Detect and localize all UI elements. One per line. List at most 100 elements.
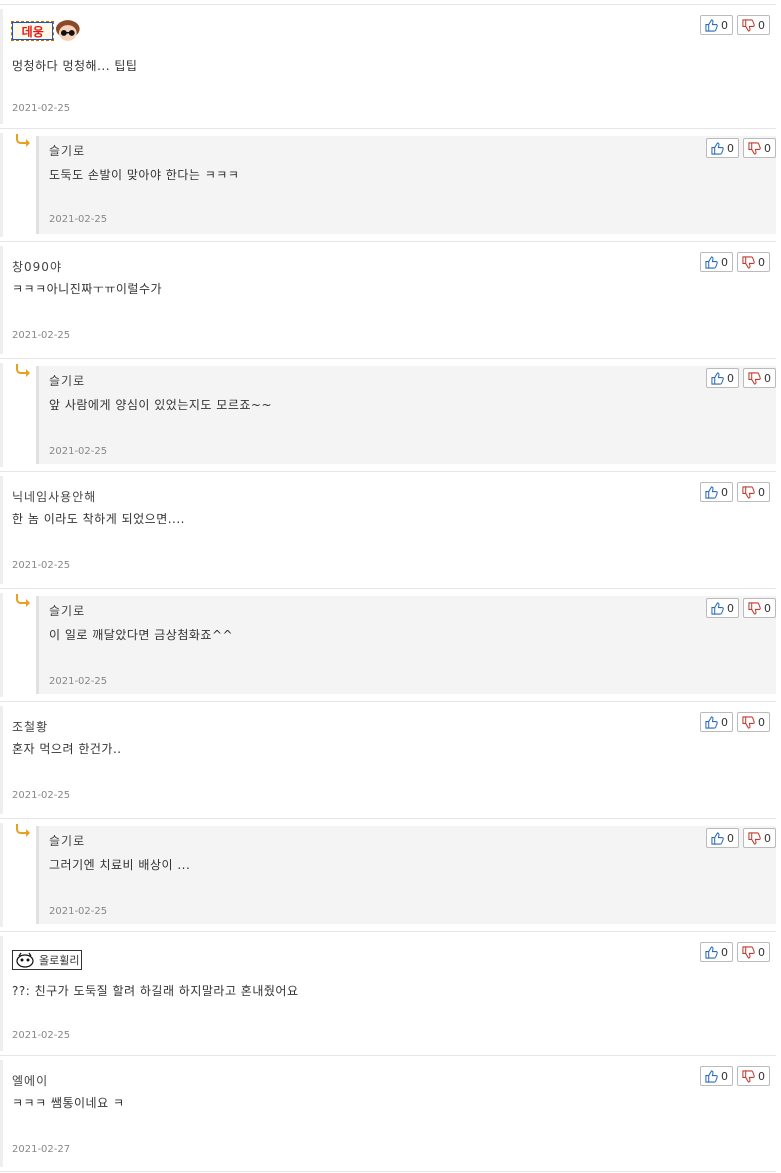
thumbs-up-icon — [705, 485, 718, 499]
upvote-count: 0 — [727, 601, 734, 615]
vote-buttons: 0 0 — [706, 138, 776, 158]
vote-buttons: 0 0 — [700, 942, 770, 962]
comment-item: 엘에이 ㅋㅋㅋ 쌤통이네요 ㅋ 2021-02-27 0 0 — [0, 1055, 776, 1172]
nickname-image[interactable]: 데웅 — [10, 20, 82, 42]
thumbs-up-icon — [711, 831, 724, 845]
reply-arrow-icon — [16, 134, 30, 147]
upvote-button[interactable]: 0 — [700, 482, 733, 502]
upvote-count: 0 — [721, 945, 728, 959]
reply-item: 슬기로 앞 사람에게 양심이 있었는지도 모르죠~~ 2021-02-25 0 … — [0, 358, 776, 471]
thumbs-down-icon — [742, 18, 755, 32]
comment-item: 조철황 혼자 먹으려 한건가.. 2021-02-25 0 0 — [0, 701, 776, 818]
downvote-count: 0 — [764, 371, 771, 385]
comment-date: 2021-02-25 — [12, 103, 71, 114]
comment-item: 닉네임사용안해 한 놈 이라도 착하게 되었으면.... 2021-02-25 … — [0, 471, 776, 588]
vote-buttons: 0 0 — [706, 368, 776, 388]
upvote-button[interactable]: 0 — [700, 252, 733, 272]
upvote-button[interactable]: 0 — [700, 712, 733, 732]
downvote-button[interactable]: 0 — [737, 712, 770, 732]
upvote-button[interactable]: 0 — [700, 15, 733, 35]
downvote-button[interactable]: 0 — [743, 828, 776, 848]
upvote-button[interactable]: 0 — [706, 368, 739, 388]
vote-buttons: 0 0 — [700, 15, 770, 35]
thumbs-up-icon — [705, 1069, 718, 1083]
upvote-count: 0 — [721, 255, 728, 269]
upvote-count: 0 — [721, 1069, 728, 1083]
thumbs-up-icon — [705, 945, 718, 959]
downvote-count: 0 — [758, 945, 765, 959]
avatar-face-icon — [54, 20, 82, 42]
comment-nickname[interactable]: 슬기로 — [49, 142, 85, 159]
comment-nickname[interactable]: 슬기로 — [49, 832, 85, 849]
thumbs-down-icon — [742, 715, 755, 729]
upvote-button[interactable]: 0 — [700, 942, 733, 962]
downvote-button[interactable]: 0 — [743, 598, 776, 618]
downvote-button[interactable]: 0 — [743, 368, 776, 388]
downvote-button[interactable]: 0 — [743, 138, 776, 158]
downvote-button[interactable]: 0 — [737, 942, 770, 962]
comment-date: 2021-02-25 — [12, 1030, 71, 1041]
downvote-count: 0 — [758, 18, 765, 32]
nickname-image[interactable]: 올로휠리 — [12, 950, 82, 970]
thumbs-down-icon — [748, 601, 761, 615]
comment-item: 창090야 ㅋㅋㅋ아니진짜ㅜㅠ이럴수가 2021-02-25 0 0 — [0, 241, 776, 358]
thumbs-down-icon — [742, 255, 755, 269]
comment-text: 그러기엔 치료비 배상이 ... — [49, 858, 191, 872]
downvote-count: 0 — [764, 831, 771, 845]
reply-arrow-icon — [16, 594, 30, 607]
downvote-count: 0 — [758, 255, 765, 269]
downvote-button[interactable]: 0 — [737, 15, 770, 35]
vote-buttons: 0 0 — [706, 598, 776, 618]
downvote-count: 0 — [764, 601, 771, 615]
downvote-button[interactable]: 0 — [737, 252, 770, 272]
comment-nickname[interactable]: 조철황 — [12, 718, 48, 735]
downvote-count: 0 — [758, 1069, 765, 1083]
vote-buttons: 0 0 — [700, 1066, 770, 1086]
downvote-button[interactable]: 0 — [737, 482, 770, 502]
thumbs-down-icon — [748, 141, 761, 155]
upvote-button[interactable]: 0 — [706, 138, 739, 158]
thumbs-up-icon — [705, 255, 718, 269]
downvote-count: 0 — [764, 141, 771, 155]
upvote-button[interactable]: 0 — [700, 1066, 733, 1086]
reply-item: 슬기로 그러기엔 치료비 배상이 ... 2021-02-25 0 0 — [0, 818, 776, 931]
comment-date: 2021-02-27 — [12, 1144, 71, 1155]
comment-text: ??: 친구가 도둑질 할려 하길래 하지말라고 혼내줬어요 — [12, 984, 299, 998]
comment-nickname[interactable]: 슬기로 — [49, 602, 85, 619]
comment-nickname[interactable]: 엘에이 — [12, 1072, 48, 1089]
comment-text: ㅋㅋㅋ 쌤통이네요 ㅋ — [12, 1096, 125, 1110]
comment-text: 혼자 먹으려 한건가.. — [12, 742, 122, 756]
comment-item: 올로휠리 ??: 친구가 도둑질 할려 하길래 하지말라고 혼내줬어요 2021… — [0, 931, 776, 1055]
downvote-count: 0 — [758, 715, 765, 729]
upvote-button[interactable]: 0 — [706, 598, 739, 618]
upvote-count: 0 — [727, 371, 734, 385]
comment-date: 2021-02-25 — [49, 214, 108, 225]
downvote-count: 0 — [758, 485, 765, 499]
thumbs-up-icon — [711, 141, 724, 155]
comment-text: 앞 사람에게 양심이 있었는지도 모르죠~~ — [49, 398, 273, 412]
thumbs-up-icon — [705, 18, 718, 32]
upvote-button[interactable]: 0 — [706, 828, 739, 848]
comment-text: 도둑도 손발이 맞아야 한다는 ㅋㅋㅋ — [49, 168, 240, 182]
downvote-button[interactable]: 0 — [737, 1066, 770, 1086]
mascot-icon — [16, 952, 34, 968]
vote-buttons: 0 0 — [706, 828, 776, 848]
thumbs-down-icon — [742, 1069, 755, 1083]
thumbs-up-icon — [711, 601, 724, 615]
thumbs-up-icon — [705, 715, 718, 729]
thumbs-down-icon — [742, 945, 755, 959]
upvote-count: 0 — [721, 715, 728, 729]
upvote-count: 0 — [721, 18, 728, 32]
comment-date: 2021-02-25 — [49, 446, 108, 457]
reply-arrow-icon — [16, 824, 30, 837]
vote-buttons: 0 0 — [700, 482, 770, 502]
vote-buttons: 0 0 — [700, 252, 770, 272]
comment-nickname[interactable]: 슬기로 — [49, 372, 85, 389]
comment-text: 이 일로 깨달았다면 금상첨화죠^^ — [49, 628, 234, 642]
upvote-count: 0 — [727, 141, 734, 155]
thumbs-down-icon — [748, 371, 761, 385]
vote-buttons: 0 0 — [700, 712, 770, 732]
comment-nickname[interactable]: 닉네임사용안해 — [12, 488, 96, 505]
comment-nickname[interactable]: 창090야 — [12, 258, 62, 275]
reply-item: 슬기로 이 일로 깨달았다면 금상첨화죠^^ 2021-02-25 0 0 — [0, 588, 776, 701]
